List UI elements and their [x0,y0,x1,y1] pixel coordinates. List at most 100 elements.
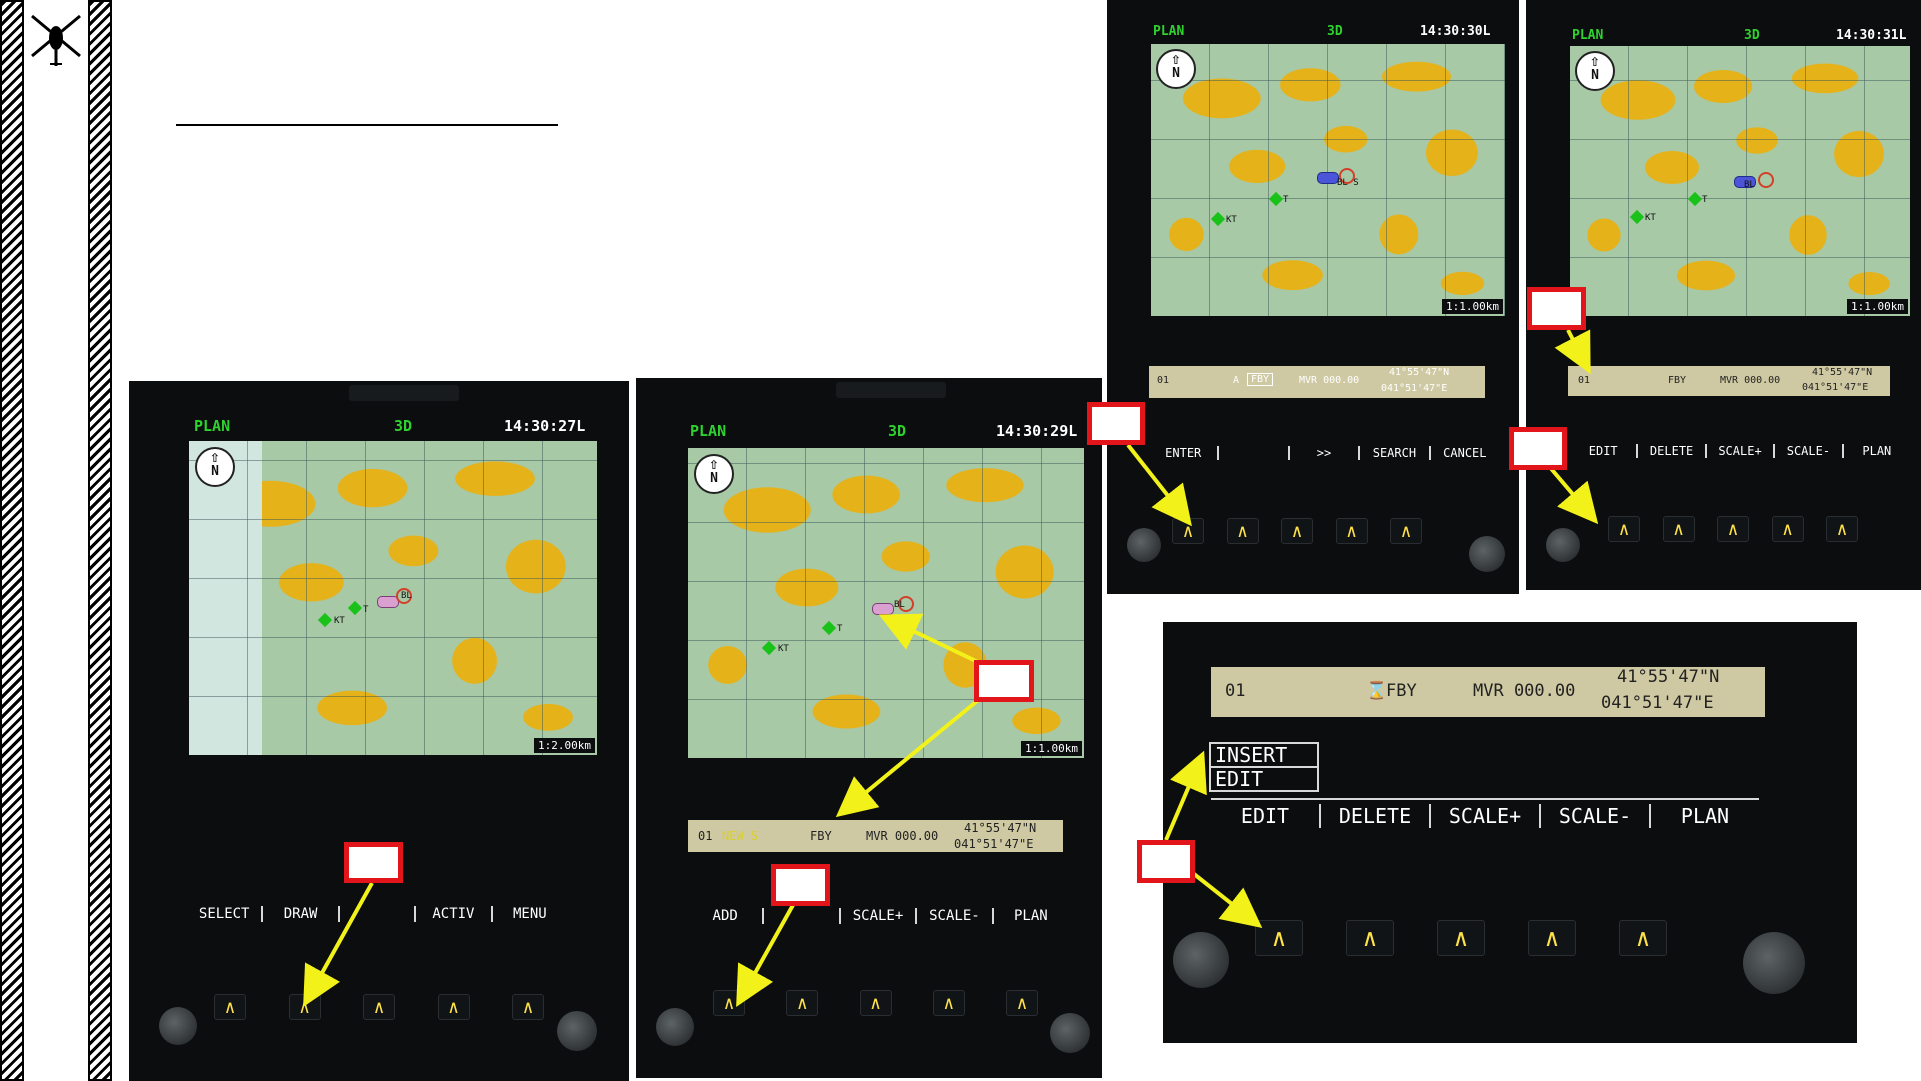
bezel-button-5[interactable]: ∧ [1006,990,1038,1016]
north-label: N [710,471,718,486]
target-marker-icon [1758,172,1774,188]
target-label: BL S [1337,178,1359,188]
bezel-button-1[interactable]: ∧ [713,990,745,1016]
bezel-button-2[interactable]: ∧ [288,994,321,1020]
bezel-button-row: ∧ ∧ ∧ ∧ ∧ [713,990,1038,1016]
north-label: N [1591,68,1599,83]
bezel-button-5[interactable]: ∧ [1390,518,1422,544]
menu-item-insert[interactable]: INSERT [1211,744,1317,768]
north-arrow-icon: ⇧ N [195,447,235,487]
longitude: 041°51'47"E [954,837,1034,851]
callout-box [974,660,1034,702]
bezel-button-5[interactable]: ∧ [512,994,544,1020]
waypoint-label: T [1283,195,1289,205]
waypoint-index: 01 [1225,681,1246,701]
bezel-button-3[interactable]: ∧ [1281,518,1313,544]
target-label: BL [1744,180,1755,190]
rotary-knob[interactable] [1173,932,1229,988]
bezel-button-1[interactable]: ∧ [1608,516,1640,542]
bezel-button-row: ∧ ∧ ∧ ∧ ∧ [214,994,544,1020]
clock-time: 14:30:31L [1836,28,1907,43]
mode-label: PLAN [194,417,231,435]
waypoint-label: T [837,624,843,634]
mvr-value: MVR 000.00 [866,829,939,843]
rotary-knob[interactable] [159,1007,197,1045]
bezel-button-3[interactable]: ∧ [363,994,395,1020]
title-underline [176,124,558,126]
latitude: 41°55'47"N [964,821,1037,835]
bezel-button-2[interactable]: ∧ [1226,518,1259,544]
softkey-label: EDIT [1570,444,1639,458]
softkey-label: SEARCH [1360,446,1431,460]
bezel-button-4[interactable]: ∧ [932,990,965,1016]
moving-map[interactable]: ⇧ N KT T BL 1:1.00km [1570,46,1910,316]
view-label: 3D [888,422,907,440]
bezel-button-1[interactable]: ∧ [214,994,246,1020]
north-arrow-glyph: ⇧ [1171,49,1181,68]
bezel-button-row: ∧ ∧ ∧ ∧ ∧ [1608,516,1858,542]
bezel-button-4[interactable]: ∧ [437,994,470,1020]
rotary-knob[interactable] [557,1011,597,1051]
longitude: 041°51'47"E [1381,383,1448,394]
bezel-button-2[interactable]: ∧ [1662,516,1695,542]
bezel-button-row: ∧ ∧ ∧ ∧ ∧ [1255,920,1667,956]
view-label: 3D [394,417,413,435]
moving-map[interactable]: ⇧ N KT T BL S 1:1.00km [1151,44,1505,316]
bezel-button-3[interactable]: ∧ [1717,516,1749,542]
map-scale: 1:1.00km [1021,741,1082,756]
bezel-button-1[interactable]: ∧ [1172,518,1204,544]
menu-item-edit[interactable]: EDIT [1211,768,1317,790]
softkey-label: SCALE+ [841,908,918,924]
north-arrow-glyph: ⇧ [210,447,220,466]
bezel-button-3[interactable]: ∧ [1437,920,1485,956]
rotary-knob[interactable] [1743,932,1805,994]
bezel-button-4[interactable]: ∧ [1771,516,1804,542]
rotary-knob[interactable] [1469,536,1505,572]
latitude: 41°55'47"N [1617,667,1720,687]
fby-icon: ⌛ [1366,681,1388,701]
softkey-label: >> [1290,446,1361,460]
waypoint-prefix: A [1233,375,1240,386]
helicopter-logo-icon [31,14,81,66]
rotary-knob[interactable] [1546,528,1580,562]
bezel-slot [836,382,946,398]
map-scale: 1:2.00km [534,738,595,753]
map-scale: 1:1.00km [1847,299,1908,314]
latitude: 41°55'47"N [1389,367,1450,378]
north-arrow-glyph: ⇧ [1590,51,1600,70]
bezel-button-4[interactable]: ∧ [1335,518,1368,544]
waypoint-data-line: 01 FBY MVR 000.00 41°55'47"N 041°51'47"E [1568,366,1890,396]
softkey-label: DELETE [1321,804,1431,828]
rotary-knob[interactable] [1050,1013,1090,1053]
longitude: 041°51'47"E [1802,382,1869,393]
softkey-label: EDIT [1211,804,1321,828]
popup-menu: INSERT EDIT [1209,742,1319,792]
softkey-label: SCALE+ [1707,444,1776,458]
mfd-panel-1: PLAN 3D 14:30:27L ⇧ N KT T BL 1:2.00km SE… [129,381,629,1081]
softkey-label: SCALE- [1541,804,1651,828]
mode-label: PLAN [1572,28,1604,43]
mode-label: PLAN [690,422,727,440]
bezel-button-5[interactable]: ∧ [1619,920,1667,956]
rotary-knob[interactable] [656,1008,694,1046]
bezel-button-5[interactable]: ∧ [1826,516,1858,542]
bezel-button-4[interactable]: ∧ [1528,920,1576,956]
moving-map[interactable]: ⇧ N KT T BL 1:2.00km [189,441,597,755]
north-label: N [1172,66,1180,81]
bezel-button-2[interactable]: ∧ [1346,920,1394,956]
north-label: N [211,464,219,479]
moving-map[interactable]: ⇧ N KT T BL 1:1.00km [688,448,1084,758]
bezel-button-2[interactable]: ∧ [786,990,819,1016]
target-label: BL [894,600,905,610]
bezel-slot [349,385,459,401]
bezel-button-3[interactable]: ∧ [859,990,892,1016]
mvr-value: MVR 000.00 [1720,375,1781,386]
ownship-icon [872,603,894,615]
waypoint-data-line: 01 ⌛ FBY MVR 000.00 41°55'47"N 041°51'47… [1211,667,1765,717]
clock-time: 14:30:29L [996,422,1078,440]
softkey-label: ENTER [1149,446,1220,460]
rotary-knob[interactable] [1127,528,1161,562]
waypoint-index: 01 [1157,375,1170,386]
bezel-button-1[interactable]: ∧ [1255,920,1303,956]
mfd-panel-5-zoom: 01 ⌛ FBY MVR 000.00 41°55'47"N 041°51'47… [1163,622,1857,1043]
